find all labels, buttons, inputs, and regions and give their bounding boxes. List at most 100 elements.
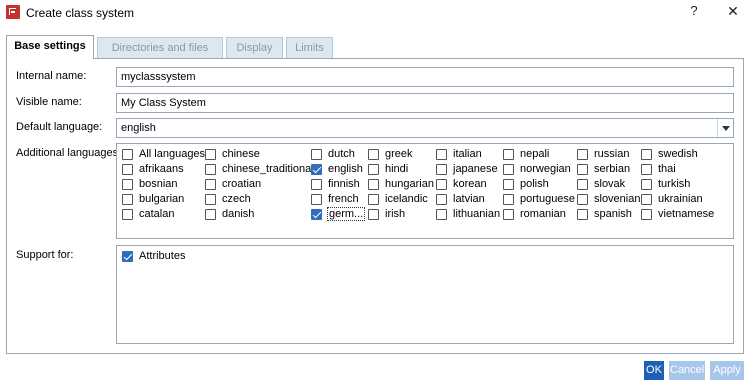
language-option[interactable]: romanian	[503, 207, 566, 221]
language-option[interactable]: turkish	[641, 177, 690, 191]
language-option[interactable]: french	[311, 192, 359, 206]
language-option[interactable]: portuguese	[503, 192, 575, 206]
language-option[interactable]: vietnamese	[641, 207, 714, 221]
language-checkbox[interactable]	[122, 193, 133, 205]
apply-button[interactable]: Apply	[710, 361, 744, 380]
language-option[interactable]: slovak	[577, 177, 625, 191]
support-option[interactable]: Attributes	[122, 249, 185, 263]
language-checkbox[interactable]	[641, 148, 652, 160]
language-option[interactable]: russian	[577, 147, 629, 161]
language-option[interactable]: chinese_traditional	[205, 162, 314, 176]
chevron-down-icon[interactable]	[717, 119, 733, 137]
internal-name-input[interactable]	[121, 68, 733, 86]
language-option[interactable]: serbian	[577, 162, 630, 176]
language-option[interactable]: dutch	[311, 147, 355, 161]
language-checkbox[interactable]	[368, 163, 379, 175]
language-option[interactable]: hindi	[368, 162, 408, 176]
language-option[interactable]: latvian	[436, 192, 485, 206]
support-checkbox[interactable]	[122, 250, 133, 262]
language-option[interactable]: germ...	[311, 207, 366, 221]
language-option[interactable]: swedish	[641, 147, 698, 161]
language-option[interactable]: chinese	[205, 147, 260, 161]
language-option[interactable]: polish	[503, 177, 549, 191]
language-checkbox[interactable]	[577, 193, 588, 205]
language-label: finnish	[328, 178, 360, 190]
language-checkbox[interactable]	[368, 208, 379, 220]
language-option[interactable]: irish	[368, 207, 405, 221]
internal-name-field[interactable]	[116, 67, 734, 87]
language-checkbox[interactable]	[503, 178, 514, 190]
language-checkbox[interactable]	[122, 208, 133, 220]
visible-name-field[interactable]	[116, 93, 734, 113]
language-checkbox[interactable]	[577, 148, 588, 160]
language-option[interactable]: catalan	[122, 207, 174, 221]
tab-directories-and-files[interactable]: Directories and files	[97, 37, 223, 59]
language-option[interactable]: slovenian	[577, 192, 640, 206]
language-option[interactable]: thai	[641, 162, 676, 176]
language-checkbox[interactable]	[205, 163, 216, 175]
language-checkbox[interactable]	[205, 208, 216, 220]
close-button[interactable]: ✕	[724, 3, 742, 21]
language-checkbox[interactable]	[205, 193, 216, 205]
language-checkbox[interactable]	[436, 208, 447, 220]
language-option[interactable]: All languages	[122, 147, 205, 161]
language-option[interactable]: nepali	[503, 147, 549, 161]
language-checkbox[interactable]	[503, 193, 514, 205]
language-option[interactable]: greek	[368, 147, 413, 161]
language-option[interactable]: croatian	[205, 177, 261, 191]
tab-display[interactable]: Display	[226, 37, 283, 59]
language-option[interactable]: ukrainian	[641, 192, 703, 206]
language-checkbox[interactable]	[311, 208, 322, 220]
language-option[interactable]: danish	[205, 207, 254, 221]
language-option[interactable]: lithuanian	[436, 207, 500, 221]
language-checkbox[interactable]	[641, 178, 652, 190]
help-button[interactable]: ?	[686, 3, 702, 21]
language-option[interactable]: english	[311, 162, 363, 176]
language-checkbox[interactable]	[205, 148, 216, 160]
language-checkbox[interactable]	[503, 208, 514, 220]
language-option[interactable]: czech	[205, 192, 251, 206]
language-option[interactable]: icelandic	[368, 192, 428, 206]
language-checkbox[interactable]	[577, 208, 588, 220]
language-checkbox[interactable]	[436, 163, 447, 175]
language-option[interactable]: hungarian	[368, 177, 434, 191]
language-checkbox[interactable]	[368, 178, 379, 190]
language-checkbox[interactable]	[436, 148, 447, 160]
language-checkbox[interactable]	[577, 178, 588, 190]
language-option[interactable]: norwegian	[503, 162, 571, 176]
language-checkbox[interactable]	[577, 163, 588, 175]
cancel-button[interactable]: Cancel	[669, 361, 705, 380]
language-option[interactable]: korean	[436, 177, 487, 191]
language-checkbox[interactable]	[205, 178, 216, 190]
language-checkbox[interactable]	[122, 178, 133, 190]
language-checkbox[interactable]	[368, 193, 379, 205]
language-option[interactable]: finnish	[311, 177, 360, 191]
language-checkbox[interactable]	[122, 148, 133, 160]
language-option[interactable]: spanish	[577, 207, 632, 221]
language-option[interactable]: italian	[436, 147, 482, 161]
language-checkbox[interactable]	[641, 208, 652, 220]
language-checkbox[interactable]	[311, 148, 322, 160]
language-checkbox[interactable]	[311, 163, 322, 175]
language-checkbox[interactable]	[436, 178, 447, 190]
ok-button[interactable]: OK	[644, 361, 664, 380]
tab-base-settings[interactable]: Base settings	[6, 35, 94, 59]
visible-name-input[interactable]	[121, 94, 733, 112]
language-label: slovak	[594, 178, 626, 190]
language-checkbox[interactable]	[311, 193, 322, 205]
language-checkbox[interactable]	[311, 178, 322, 190]
language-option[interactable]: bosnian	[122, 177, 178, 191]
language-label: bulgarian	[139, 193, 185, 205]
language-checkbox[interactable]	[641, 193, 652, 205]
tab-limits[interactable]: Limits	[286, 37, 333, 59]
language-option[interactable]: japanese	[436, 162, 498, 176]
default-language-select[interactable]: english	[116, 118, 734, 138]
language-checkbox[interactable]	[368, 148, 379, 160]
language-option[interactable]: afrikaans	[122, 162, 184, 176]
language-checkbox[interactable]	[122, 163, 133, 175]
language-checkbox[interactable]	[641, 163, 652, 175]
language-checkbox[interactable]	[503, 163, 514, 175]
language-checkbox[interactable]	[503, 148, 514, 160]
language-option[interactable]: bulgarian	[122, 192, 184, 206]
language-checkbox[interactable]	[436, 193, 447, 205]
